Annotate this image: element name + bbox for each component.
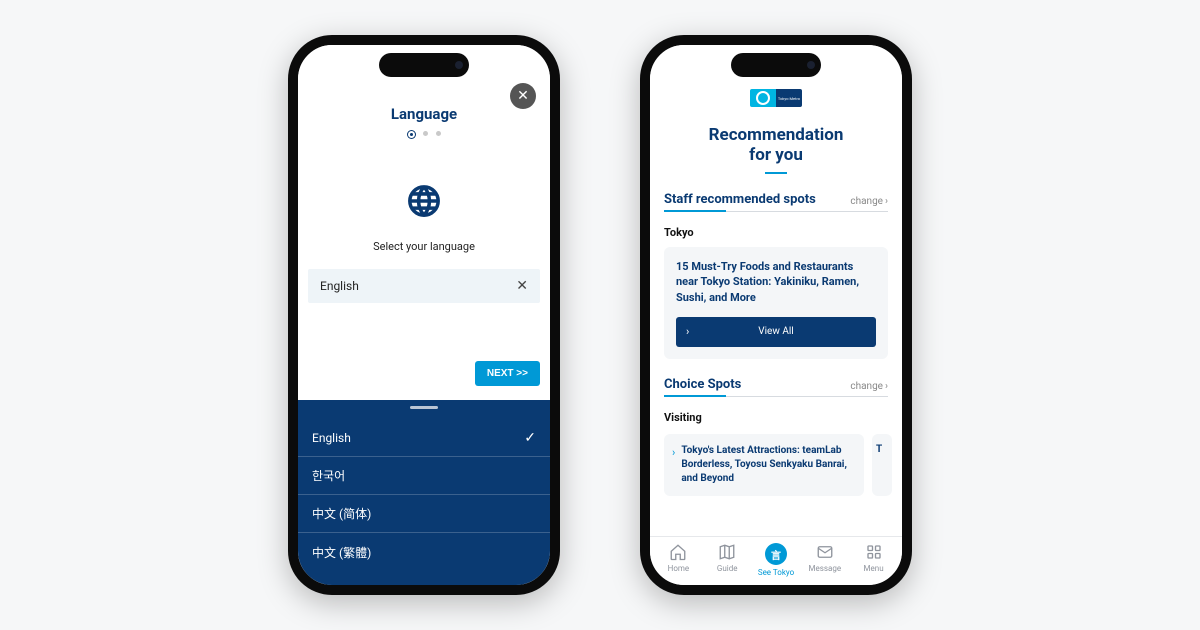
- device-notch: [379, 53, 469, 77]
- section-subtitle: Tokyo: [664, 226, 888, 239]
- section-title: Staff recommended spots: [664, 192, 816, 207]
- language-option-label: 中文 (繁體): [312, 544, 371, 561]
- selected-language-value: English: [320, 279, 359, 293]
- change-button[interactable]: change ›: [850, 196, 888, 207]
- clear-icon[interactable]: ✕: [516, 278, 528, 294]
- choice-cards-row[interactable]: › Tokyo's Latest Attractions: teamLab Bo…: [664, 434, 888, 496]
- tab-label: See Tokyo: [758, 568, 794, 577]
- language-option-simplified-chinese[interactable]: 中文 (简体): [298, 495, 550, 533]
- change-button[interactable]: change ›: [850, 381, 888, 392]
- tab-label: Menu: [864, 564, 884, 573]
- view-all-button[interactable]: › View All: [676, 317, 876, 347]
- home-icon: [669, 543, 687, 561]
- screen-title: Language: [298, 105, 550, 123]
- language-selector[interactable]: English ✕: [308, 269, 540, 303]
- choice-spots-section: Choice Spots change › Visiting › Tokyo's…: [650, 359, 902, 496]
- close-button[interactable]: ✕: [510, 83, 536, 109]
- map-icon: [718, 543, 736, 561]
- language-option-label: English: [312, 431, 351, 445]
- page-dot-active: [408, 131, 415, 138]
- grid-icon: [865, 543, 883, 561]
- logo-mark-icon: [750, 89, 776, 107]
- tab-guide[interactable]: Guide: [703, 543, 752, 577]
- phone-language-setup: ✕ Language Select your language Englis: [288, 35, 560, 595]
- check-icon: ✓: [524, 430, 536, 446]
- language-option-korean[interactable]: 한국어: [298, 457, 550, 495]
- choice-card-title: Tokyo's Latest Attractions: teamLab Bord…: [681, 444, 854, 486]
- tab-message[interactable]: Message: [800, 543, 849, 577]
- bottom-tab-bar: Home Guide 言 See Tokyo Message Menu: [650, 536, 902, 585]
- close-icon: ✕: [517, 88, 529, 104]
- logo-text: Tokyo Metro: [776, 89, 802, 107]
- tab-see-tokyo[interactable]: 言 See Tokyo: [752, 543, 801, 577]
- page-indicator: [298, 131, 550, 138]
- card-title: 15 Must-Try Foods and Restaurants near T…: [676, 259, 876, 305]
- tab-menu[interactable]: Menu: [849, 543, 898, 577]
- language-screen-top: ✕ Language Select your language Englis: [298, 45, 550, 386]
- language-option-traditional-chinese[interactable]: 中文 (繁體): [298, 533, 550, 571]
- language-options-sheet: English ✓ 한국어 中文 (简体) 中文 (繁體): [298, 400, 550, 585]
- section-title: Choice Spots: [664, 377, 741, 392]
- tab-label: Message: [809, 564, 842, 573]
- envelope-icon: [816, 543, 834, 561]
- tokyo-metro-logo: Tokyo Metro: [750, 89, 802, 107]
- section-subtitle: Visiting: [664, 411, 888, 424]
- device-notch: [731, 53, 821, 77]
- tab-label: Home: [668, 564, 690, 573]
- language-option-english[interactable]: English ✓: [298, 419, 550, 457]
- select-language-label: Select your language: [298, 240, 550, 253]
- choice-card[interactable]: › Tokyo's Latest Attractions: teamLab Bo…: [664, 434, 864, 496]
- chevron-right-icon: ›: [885, 196, 888, 207]
- tab-home[interactable]: Home: [654, 543, 703, 577]
- chevron-right-icon: ›: [885, 381, 888, 392]
- page-dot: [436, 131, 441, 136]
- page-title: Recommendation for you: [650, 125, 902, 166]
- staff-recommended-section: Staff recommended spots change › Tokyo 1…: [650, 174, 902, 359]
- chevron-right-icon: ›: [686, 325, 689, 338]
- tab-label: Guide: [717, 564, 738, 573]
- language-option-label: 한국어: [312, 467, 345, 484]
- language-option-label: 中文 (简体): [312, 505, 371, 522]
- globe-icon: [407, 184, 441, 218]
- next-button[interactable]: NEXT >>: [475, 361, 540, 386]
- choice-card-peek[interactable]: T: [872, 434, 892, 496]
- chevron-right-icon: ›: [672, 446, 675, 486]
- sheet-drag-handle[interactable]: [410, 406, 438, 409]
- recommendation-card[interactable]: 15 Must-Try Foods and Restaurants near T…: [664, 247, 888, 359]
- see-tokyo-icon: 言: [765, 543, 787, 565]
- page-dot: [423, 131, 428, 136]
- phone-recommendation: Tokyo Metro Recommendation for you Staff…: [640, 35, 912, 595]
